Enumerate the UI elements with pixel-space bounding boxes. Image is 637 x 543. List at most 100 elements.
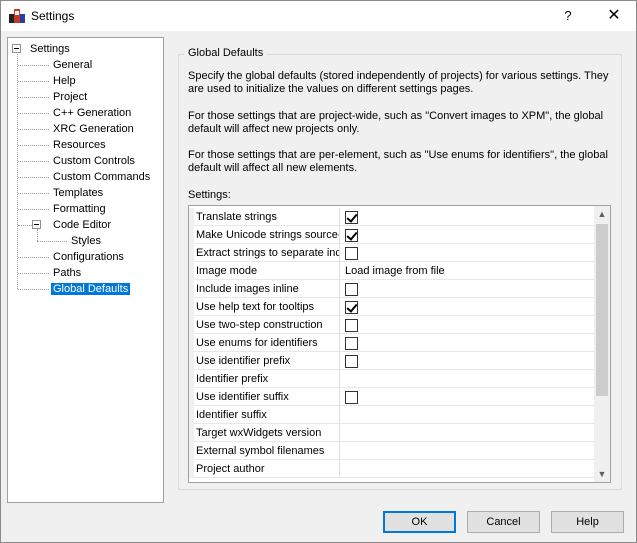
grid-scrollbar[interactable]: ▲ ▼ [594,206,610,482]
property-value[interactable] [341,442,594,460]
grid-row-margin [189,460,194,478]
tree-item-resources[interactable]: Resources [51,137,108,153]
property-name[interactable]: Use help text for tooltips [195,298,340,316]
tree-connector-line [18,209,49,210]
tree-item-styles[interactable]: Styles [69,233,103,249]
property-value[interactable] [341,370,594,388]
app-icon [9,9,25,23]
scroll-down-arrow-icon[interactable]: ▼ [594,466,610,482]
property-value[interactable]: Load image from file [341,262,594,280]
property-value[interactable] [341,352,594,370]
property-name[interactable]: Project author [195,460,340,478]
property-name[interactable]: External symbol filenames [195,442,340,460]
grid-row[interactable]: Include images inline [189,280,594,298]
property-name[interactable]: Translate strings [195,208,340,226]
description-2-line-1: For those settings that are project-wide… [188,110,604,122]
property-name[interactable]: Use enums for identifiers [195,334,340,352]
description-1: Specify the global defaults (stored inde… [188,70,618,96]
property-value[interactable] [341,406,594,424]
tree-connector-line [37,229,38,241]
tree-connector-line [18,193,49,194]
tree-item-label: Resources [53,139,106,151]
checkbox-unchecked[interactable] [345,283,358,296]
settings-tree[interactable]: Settings General Help Project C++ Generation… [7,37,164,503]
property-value[interactable] [341,226,594,244]
tree-item-formatting[interactable]: Formatting [51,201,108,217]
property-value[interactable] [341,388,594,406]
property-name[interactable]: Include images inline [195,280,340,298]
tree-item-label: Global Defaults [51,283,131,295]
close-button[interactable]: ✕ [591,1,637,31]
grid-row[interactable]: Use identifier suffix [189,388,594,406]
grid-row[interactable]: Use two-step construction [189,316,594,334]
grid-row-margin [189,244,194,262]
property-name[interactable]: Use identifier suffix [195,388,340,406]
tree-item-templates[interactable]: Templates [51,185,105,201]
grid-row[interactable]: Use help text for tooltips [189,298,594,316]
property-name[interactable]: Identifier suffix [195,406,340,424]
grid-row[interactable]: Extract strings to separate inc [189,244,594,262]
ok-button[interactable]: OK [383,511,456,533]
property-name[interactable]: Use two-step construction [195,316,340,334]
grid-row-margin [189,280,194,298]
tree-collapse-settings-icon[interactable] [12,44,21,53]
scroll-thumb[interactable] [596,224,608,396]
property-value[interactable] [341,334,594,352]
grid-row[interactable]: Use identifier prefix [189,352,594,370]
grid-row[interactable]: Target wxWidgets version [189,424,594,442]
tree-item-label: Settings [30,43,70,55]
checkbox-unchecked[interactable] [345,355,358,368]
tree-connector-line [18,97,49,98]
property-value[interactable] [341,316,594,334]
grid-row[interactable]: External symbol filenames [189,442,594,460]
help-button[interactable]: Help [551,511,624,533]
grid-row[interactable]: Translate strings [189,208,594,226]
checkbox-unchecked[interactable] [345,337,358,350]
property-name[interactable]: Extract strings to separate inc [195,244,340,262]
tree-collapse-code-editor-icon[interactable] [32,220,41,229]
property-value[interactable] [341,208,594,226]
scroll-up-arrow-icon[interactable]: ▲ [594,206,610,222]
grid-row[interactable]: Project author [189,460,594,478]
grid-row[interactable]: Image mode Load image from file [189,262,594,280]
cancel-button[interactable]: Cancel [467,511,540,533]
property-name[interactable]: Make Unicode strings source-f [195,226,340,244]
tree-item-code-editor[interactable]: Code Editor [51,217,113,233]
property-name[interactable]: Target wxWidgets version [195,424,340,442]
property-name[interactable]: Identifier prefix [195,370,340,388]
tree-item-c-generation[interactable]: C++ Generation [51,105,133,121]
checkbox-checked[interactable] [345,301,358,314]
checkbox-checked[interactable] [345,211,358,224]
property-name[interactable]: Use identifier prefix [195,352,340,370]
checkbox-checked[interactable] [345,229,358,242]
property-value[interactable] [341,244,594,262]
grid-row-margin [189,442,194,460]
grid-row-margin [189,370,194,388]
property-value[interactable] [341,424,594,442]
grid-row[interactable]: Make Unicode strings source-f [189,226,594,244]
checkbox-unchecked[interactable] [345,391,358,404]
tree-item-custom-commands[interactable]: Custom Commands [51,169,152,185]
tree-item-project[interactable]: Project [51,89,89,105]
grid-row[interactable]: Identifier suffix [189,406,594,424]
settings-property-grid[interactable]: Project author External symbol filenames T… [188,205,611,483]
grid-row[interactable]: Identifier prefix [189,370,594,388]
property-value[interactable] [341,460,594,478]
property-value[interactable] [341,280,594,298]
help-title-button[interactable]: ? [545,1,591,31]
tree-item-general[interactable]: General [51,57,94,73]
tree-item-global-defaults[interactable]: Global Defaults [51,281,131,297]
description-3-line-1: For those settings that are per-element,… [188,149,608,161]
tree-item-help[interactable]: Help [51,73,78,89]
tree-item-xrc-generation[interactable]: XRC Generation [51,121,136,137]
property-name[interactable]: Image mode [195,262,340,280]
tree-item-settings[interactable]: Settings [28,41,72,57]
property-value[interactable] [341,298,594,316]
checkbox-unchecked[interactable] [345,319,358,332]
grid-row[interactable]: Use enums for identifiers [189,334,594,352]
tree-item-configurations[interactable]: Configurations [51,249,126,265]
tree-item-label: XRC Generation [53,123,134,135]
checkbox-unchecked[interactable] [345,247,358,260]
tree-item-custom-controls[interactable]: Custom Controls [51,153,137,169]
tree-item-paths[interactable]: Paths [51,265,83,281]
